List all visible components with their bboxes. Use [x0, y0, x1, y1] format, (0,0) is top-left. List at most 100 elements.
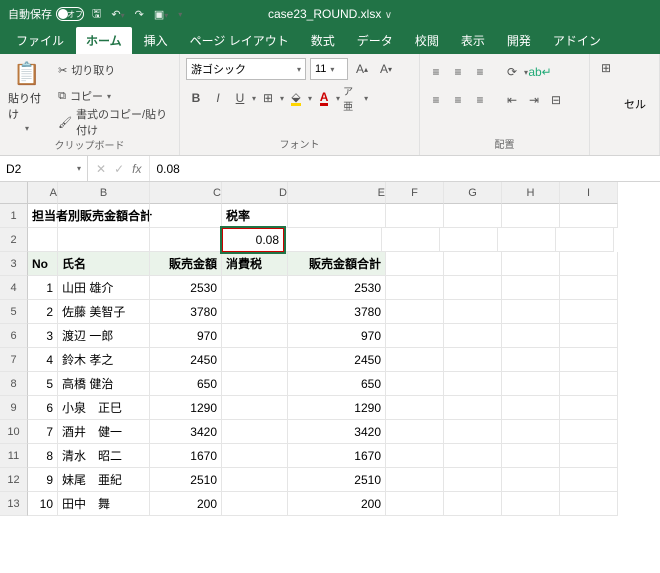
- cell[interactable]: 販売金額: [150, 252, 222, 276]
- cell[interactable]: [502, 276, 560, 300]
- formula-input[interactable]: 0.08: [150, 156, 660, 181]
- phonetic-icon[interactable]: ア亜: [342, 88, 362, 108]
- cell[interactable]: [440, 228, 498, 252]
- select-all-corner[interactable]: [0, 182, 28, 204]
- enter-icon[interactable]: ✓: [114, 162, 124, 176]
- cell[interactable]: 3420: [288, 420, 386, 444]
- cell[interactable]: 1: [28, 276, 58, 300]
- cell[interactable]: 3780: [288, 300, 386, 324]
- cell[interactable]: [222, 348, 288, 372]
- cell[interactable]: 2530: [288, 276, 386, 300]
- cell[interactable]: 税率: [222, 204, 288, 228]
- fx-icon[interactable]: fx: [132, 162, 141, 176]
- tab-home[interactable]: ホーム: [76, 27, 132, 54]
- cell[interactable]: 鈴木 孝之: [58, 348, 150, 372]
- row-header[interactable]: 4: [0, 276, 28, 300]
- cell[interactable]: [502, 396, 560, 420]
- wrap-text-icon[interactable]: ab↵: [530, 62, 550, 82]
- cell[interactable]: [444, 468, 502, 492]
- cell[interactable]: [560, 324, 618, 348]
- cell[interactable]: [560, 372, 618, 396]
- cell[interactable]: [444, 372, 502, 396]
- cells-icon[interactable]: ⊞: [596, 58, 616, 78]
- font-size-combo[interactable]: 11▾: [310, 58, 348, 80]
- cell[interactable]: [222, 444, 288, 468]
- cell[interactable]: [58, 204, 150, 228]
- cell[interactable]: [444, 324, 502, 348]
- cell[interactable]: [222, 420, 288, 444]
- cell[interactable]: [444, 396, 502, 420]
- fill-color-icon[interactable]: ⬙: [286, 88, 306, 108]
- cell[interactable]: 清水 昭二: [58, 444, 150, 468]
- cell[interactable]: 1290: [288, 396, 386, 420]
- row-header[interactable]: 8: [0, 372, 28, 396]
- cell[interactable]: [502, 492, 560, 516]
- cell[interactable]: [150, 204, 222, 228]
- merge-icon[interactable]: ⊟: [546, 90, 566, 110]
- bold-button[interactable]: B: [186, 88, 206, 108]
- cell[interactable]: [150, 228, 222, 252]
- cell[interactable]: [222, 372, 288, 396]
- cell[interactable]: [222, 300, 288, 324]
- tab-addins[interactable]: アドイン: [543, 27, 611, 54]
- tab-file[interactable]: ファイル: [6, 27, 74, 54]
- copy-button[interactable]: ⧉コピー▾: [56, 84, 173, 108]
- undo-icon[interactable]: ↶▾: [111, 8, 124, 21]
- cell[interactable]: [386, 204, 444, 228]
- cell[interactable]: 3780: [150, 300, 222, 324]
- cell[interactable]: [222, 276, 288, 300]
- cell[interactable]: 10: [28, 492, 58, 516]
- cell[interactable]: 3: [28, 324, 58, 348]
- cell[interactable]: [222, 468, 288, 492]
- cell[interactable]: [560, 348, 618, 372]
- save-icon[interactable]: 🖫: [92, 5, 101, 24]
- col-header[interactable]: D: [222, 182, 288, 204]
- cell[interactable]: 1290: [150, 396, 222, 420]
- cell[interactable]: [222, 492, 288, 516]
- cell[interactable]: [560, 396, 618, 420]
- col-header[interactable]: B: [58, 182, 150, 204]
- cell[interactable]: 渡辺 一郎: [58, 324, 150, 348]
- row-header[interactable]: 1: [0, 204, 28, 228]
- cell[interactable]: [444, 348, 502, 372]
- orientation-icon[interactable]: ⟳: [502, 62, 522, 82]
- cell[interactable]: 2510: [150, 468, 222, 492]
- cell[interactable]: [386, 348, 444, 372]
- italic-button[interactable]: I: [208, 88, 228, 108]
- border-icon[interactable]: ⊞: [258, 88, 278, 108]
- cell[interactable]: [386, 324, 444, 348]
- cell[interactable]: [560, 252, 618, 276]
- underline-button[interactable]: U: [230, 88, 250, 108]
- cell[interactable]: [502, 420, 560, 444]
- row-header[interactable]: 7: [0, 348, 28, 372]
- cell[interactable]: 650: [288, 372, 386, 396]
- row-header[interactable]: 5: [0, 300, 28, 324]
- cell[interactable]: [386, 372, 444, 396]
- cell[interactable]: 2510: [288, 468, 386, 492]
- row-header[interactable]: 2: [0, 228, 28, 252]
- cell[interactable]: [444, 276, 502, 300]
- cell[interactable]: 酒井 健一: [58, 420, 150, 444]
- name-box[interactable]: D2▾: [0, 156, 88, 181]
- grow-font-icon[interactable]: A▴: [352, 59, 372, 79]
- cell[interactable]: [560, 276, 618, 300]
- cell[interactable]: 佐藤 美智子: [58, 300, 150, 324]
- cell[interactable]: [386, 252, 444, 276]
- row-header[interactable]: 6: [0, 324, 28, 348]
- camera-icon[interactable]: ▣▾: [154, 8, 168, 21]
- cell[interactable]: [386, 396, 444, 420]
- align-left-icon[interactable]: ≡: [426, 90, 446, 110]
- cell[interactable]: 妹尾 亜紀: [58, 468, 150, 492]
- cell[interactable]: 3420: [150, 420, 222, 444]
- cell[interactable]: [502, 348, 560, 372]
- cell[interactable]: [444, 252, 502, 276]
- redo-icon[interactable]: ↷: [135, 8, 144, 21]
- cell[interactable]: [222, 324, 288, 348]
- cell[interactable]: 高橋 健治: [58, 372, 150, 396]
- qat-customize-icon[interactable]: ▾: [178, 10, 182, 19]
- cancel-icon[interactable]: ✕: [96, 162, 106, 176]
- cell[interactable]: [560, 492, 618, 516]
- cell[interactable]: [284, 228, 382, 252]
- cell[interactable]: 小泉 正巳: [58, 396, 150, 420]
- cell[interactable]: 9: [28, 468, 58, 492]
